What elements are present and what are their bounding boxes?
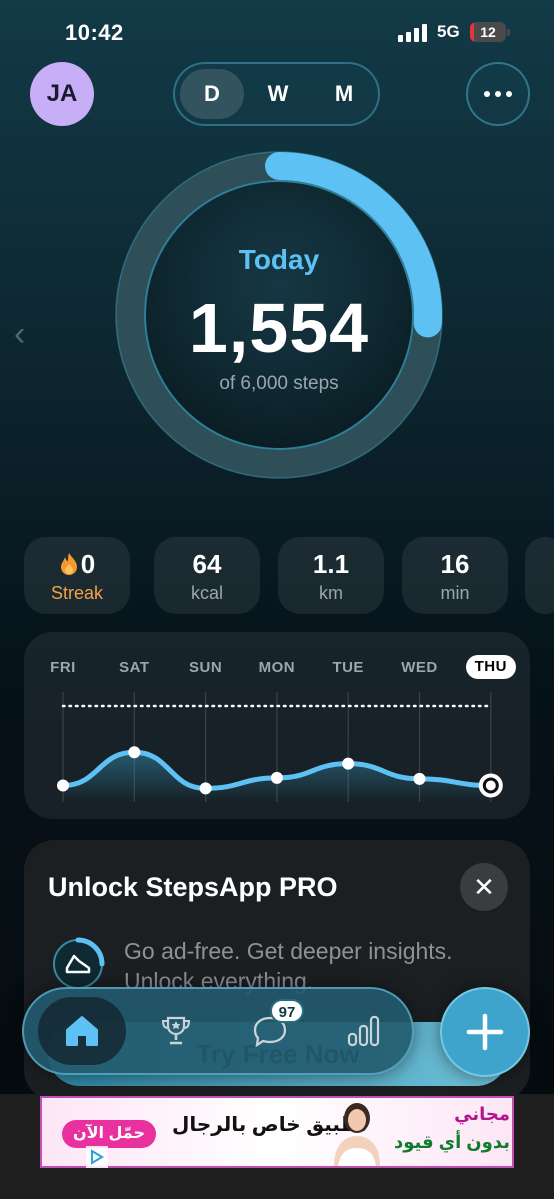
day-label-fri: FRI xyxy=(50,659,76,676)
stat-card-distance[interactable]: 1.1 km xyxy=(278,537,384,614)
trophy-icon xyxy=(161,1016,191,1045)
stat-card-kcal[interactable]: 64 kcal xyxy=(154,537,260,614)
day-label-wed: WED xyxy=(401,659,438,676)
period-week-button[interactable]: W xyxy=(246,69,310,119)
day-point-sat xyxy=(128,746,141,759)
day-label-tue: TUE xyxy=(332,659,364,676)
day-point-fri xyxy=(57,779,69,792)
stat-label: km xyxy=(319,583,343,603)
close-icon: ✕ xyxy=(473,871,495,902)
home-icon xyxy=(66,1016,98,1046)
stats-icon xyxy=(347,1015,380,1047)
status-bar: 10:42 5G 12 xyxy=(0,0,554,64)
stat-card-minutes[interactable]: 16 min xyxy=(402,537,508,614)
day-point-sun xyxy=(199,782,212,795)
tab-bar: 97 xyxy=(22,987,414,1075)
step-count: 1,554 xyxy=(188,289,370,367)
day-point-mon xyxy=(270,771,283,784)
stat-label: kcal xyxy=(190,583,223,603)
step-goal: of 6,000 steps xyxy=(219,373,339,394)
network-type: 5G xyxy=(437,22,460,41)
battery-level: 12 xyxy=(480,24,496,40)
signal-icon xyxy=(398,24,428,42)
ad-download-button[interactable]: حمّل الآن xyxy=(62,1120,156,1148)
chevron-left-icon[interactable]: ‹ xyxy=(14,315,25,354)
progress-label: Today xyxy=(238,244,320,275)
battery-icon: 12 xyxy=(470,22,510,42)
tab-home[interactable] xyxy=(38,997,126,1065)
tab-stats[interactable] xyxy=(320,997,408,1065)
stat-value: 16 xyxy=(440,549,470,579)
ad-banner[interactable]: حمّل الآن تطبيق خاص بالرجال مجاني بدون أ… xyxy=(40,1096,514,1168)
stat-value: 1.1 xyxy=(312,549,350,579)
more-options-button[interactable] xyxy=(466,62,530,126)
stat-label: Streak xyxy=(50,583,104,603)
ad-free-text: مجاني xyxy=(454,1104,510,1124)
day-point-core xyxy=(485,780,496,791)
stat-value: 0 xyxy=(80,549,96,579)
plus-icon xyxy=(466,1013,504,1051)
stat-value: 64 xyxy=(192,549,222,579)
day-label-mon: MON xyxy=(258,659,296,676)
period-month-button[interactable]: M xyxy=(312,69,376,119)
shoe-icon xyxy=(53,937,105,989)
day-label-sun: SUN xyxy=(189,659,223,676)
ad-no-limits-text: بدون أي قيود xyxy=(393,1132,510,1152)
stat-card-streak[interactable]: 0 Streak xyxy=(24,537,130,614)
progress-summary: Today 1,554 of 6,000 steps xyxy=(96,148,462,483)
flame-icon xyxy=(60,553,77,575)
tab-messages[interactable]: 97 xyxy=(226,997,314,1065)
status-time: 10:42 xyxy=(65,20,124,45)
tab-challenges[interactable] xyxy=(132,997,220,1065)
stat-card-partial[interactable] xyxy=(525,537,554,614)
period-day-button[interactable]: D xyxy=(180,69,244,119)
ad-container: حمّل الآن تطبيق خاص بالرجال مجاني بدون أ… xyxy=(0,1094,554,1199)
day-point-tue xyxy=(342,757,355,770)
stat-label: min xyxy=(440,583,470,603)
week-chart xyxy=(57,692,503,802)
chat-badge: 97 xyxy=(270,999,304,1023)
period-selector: D W M xyxy=(173,62,380,126)
day-label-thu: THU xyxy=(465,655,516,679)
avatar[interactable]: JA xyxy=(30,62,94,126)
day-point-wed xyxy=(413,772,426,785)
day-label-sat: SAT xyxy=(119,659,150,676)
ad-choices-icon[interactable] xyxy=(86,1146,108,1168)
close-button[interactable]: ✕ xyxy=(460,863,508,911)
week-chart-card[interactable]: FRI SAT SUN MON TUE WED THU xyxy=(24,632,530,819)
promo-title: Unlock StepsApp PRO xyxy=(48,872,338,902)
ellipsis-icon xyxy=(484,91,490,97)
add-button[interactable] xyxy=(440,987,530,1077)
